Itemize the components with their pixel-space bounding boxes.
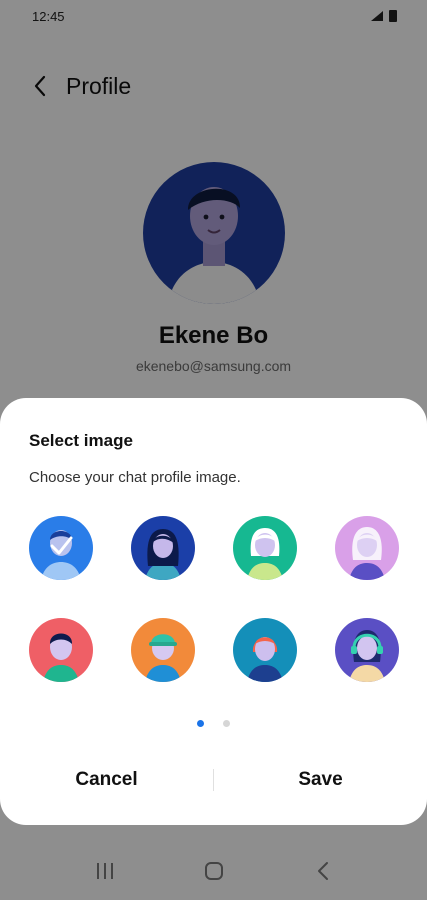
home-button[interactable] bbox=[189, 851, 239, 891]
select-image-dialog: Select image Choose your chat profile im… bbox=[0, 398, 427, 825]
avatar-whitehair-girl-icon bbox=[335, 516, 399, 580]
avatar-longhair-girl-icon bbox=[131, 516, 195, 580]
back-nav-button[interactable] bbox=[298, 851, 348, 891]
page-indicator bbox=[0, 720, 427, 727]
avatar-option-4[interactable] bbox=[335, 516, 399, 580]
save-button[interactable]: Save bbox=[214, 754, 427, 806]
cancel-button[interactable]: Cancel bbox=[0, 754, 213, 806]
system-nav-bar bbox=[0, 842, 427, 900]
avatar-option-2[interactable] bbox=[131, 516, 195, 580]
avatar-headset-girl-icon bbox=[335, 618, 399, 682]
avatar-bob-girl-icon bbox=[233, 516, 297, 580]
page-dot-2[interactable] bbox=[223, 720, 230, 727]
dialog-actions: Cancel Save bbox=[0, 754, 427, 806]
avatar-orange-girl-icon bbox=[233, 618, 297, 682]
dialog-title: Select image bbox=[29, 431, 133, 450]
avatar-option-6[interactable] bbox=[131, 618, 195, 682]
avatar-option-3[interactable] bbox=[233, 516, 297, 580]
page-dot-1[interactable] bbox=[197, 720, 204, 727]
avatar-blue-boy-selected-icon bbox=[29, 516, 93, 580]
avatar-cap-boy-icon bbox=[131, 618, 195, 682]
avatar-option-1[interactable] bbox=[29, 516, 93, 580]
avatar-option-5[interactable] bbox=[29, 618, 93, 682]
avatar-option-7[interactable] bbox=[233, 618, 297, 682]
dialog-subtitle: Choose your chat profile image. bbox=[29, 469, 241, 486]
recents-button[interactable] bbox=[80, 851, 130, 891]
avatar-red-boy-icon bbox=[29, 618, 93, 682]
home-icon bbox=[204, 862, 223, 880]
recents-icon bbox=[96, 863, 113, 879]
avatar-option-8[interactable] bbox=[335, 618, 399, 682]
back-icon bbox=[317, 862, 328, 880]
